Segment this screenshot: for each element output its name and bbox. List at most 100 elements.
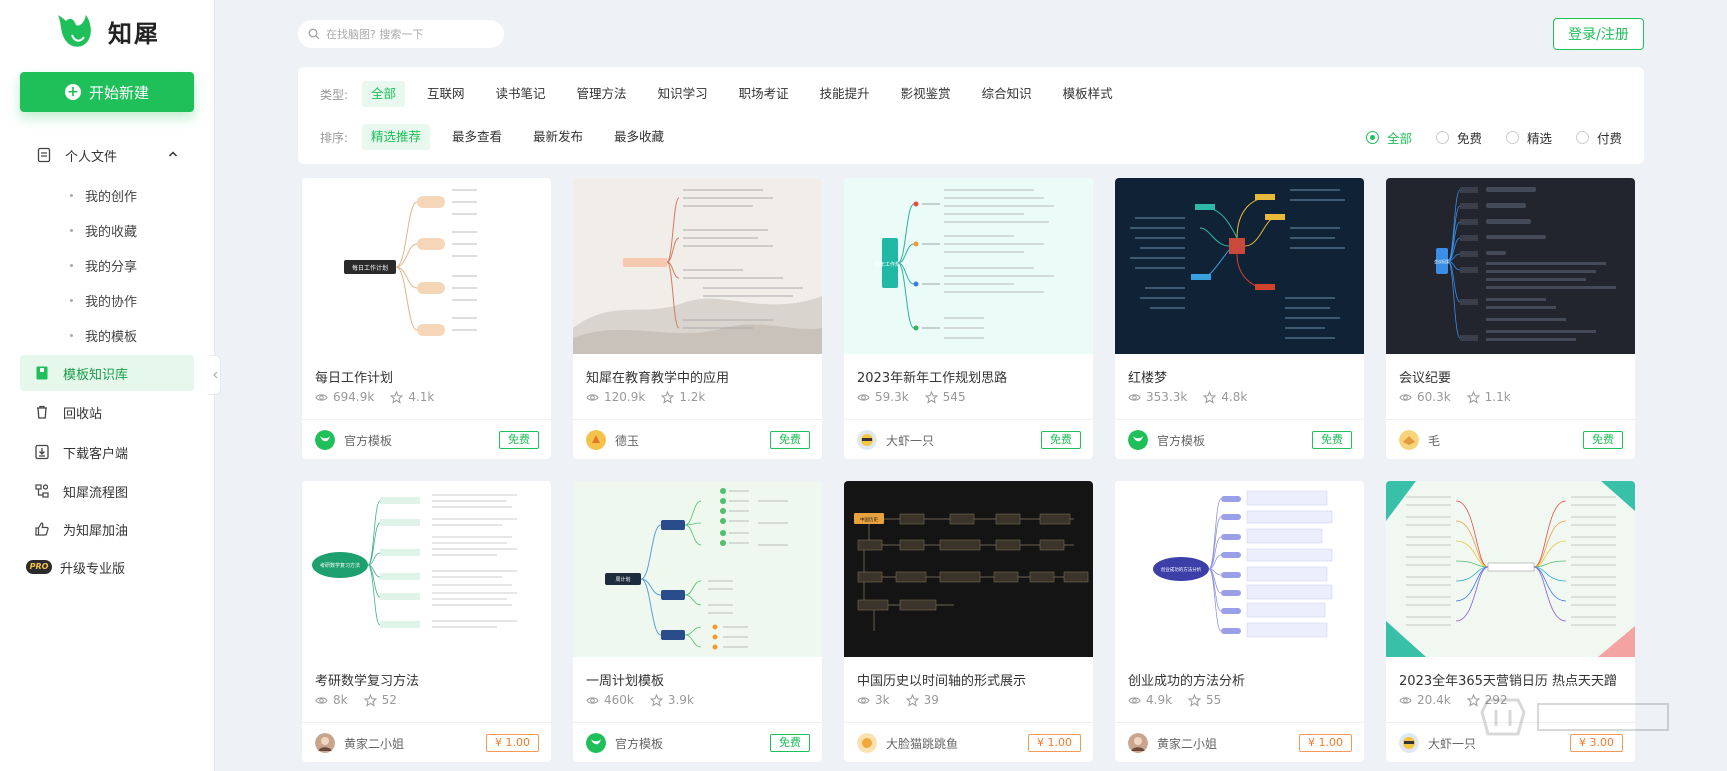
- thumbnail: [573, 178, 822, 354]
- avatar: [857, 430, 877, 450]
- template-card[interactable]: 中国历史 中国历史以时间轴的形式展示 3k 39 大脸猫跳跳鱼 ¥ 1.00: [844, 481, 1093, 762]
- template-card[interactable]: 周计划 一周计划模板 460k 3.9k 官方模板 免费: [573, 481, 822, 762]
- template-card[interactable]: 知犀在教育教学中的应用 120.9k 1.2k 德玉 免费: [573, 178, 822, 459]
- logo[interactable]: 知犀: [52, 8, 160, 54]
- sort-chip-most-viewed[interactable]: 最多查看: [443, 124, 511, 150]
- search-input[interactable]: [326, 27, 486, 41]
- price-radio-all[interactable]: 全部: [1365, 128, 1412, 147]
- template-card[interactable]: 考研数学复习方法 考研数学复习方法 8k 52 黄家二小姐 ¥ 1.00: [302, 481, 551, 762]
- avatar: [1128, 733, 1148, 753]
- sidebar-sub-my-favorites[interactable]: 我的收藏: [0, 213, 215, 248]
- type-label: 类型:: [320, 87, 349, 102]
- star-icon: [905, 693, 919, 707]
- sidebar-sub-my-shares[interactable]: 我的分享: [0, 248, 215, 283]
- card-footer: 德玉 免费: [573, 419, 822, 459]
- price-tag: 免费: [770, 431, 810, 449]
- price-radio-featured[interactable]: 精选: [1505, 128, 1552, 147]
- card-stats: 3k 39: [857, 693, 939, 707]
- card-footer: 黄家二小姐 ¥ 1.00: [1115, 722, 1364, 762]
- card-stats: 694.9k 4.1k: [315, 390, 434, 404]
- brand-name: 知犀: [108, 19, 160, 48]
- thumb-label: 创业成功的方法分析: [1161, 566, 1202, 573]
- type-chip-skills[interactable]: 技能提升: [811, 81, 879, 107]
- radio-label: 全部: [1386, 130, 1412, 146]
- sidebar-item-recycle-bin[interactable]: 回收站: [20, 394, 194, 430]
- price-tag: 免费: [1312, 431, 1352, 449]
- template-card[interactable]: 新年工作规划 2023年新年工作规划思路 59.3k 545 大虾一只 免费: [844, 178, 1093, 459]
- avatar: [857, 733, 877, 753]
- eye-icon: [857, 393, 870, 401]
- star-icon: [1203, 390, 1217, 404]
- eye-icon: [857, 696, 870, 704]
- thumb-label: 中国历史: [860, 516, 878, 523]
- sidebar-collapse-handle[interactable]: [209, 355, 221, 395]
- star-icon: [661, 390, 675, 404]
- watermark-logo-icon: [1480, 698, 1669, 736]
- sidebar-item-cheer[interactable]: 为知犀加油: [20, 511, 194, 547]
- type-chip-workplace[interactable]: 职场考证: [730, 81, 798, 107]
- personal-files-toggle[interactable]: 个人文件: [0, 140, 215, 170]
- search-box[interactable]: [298, 20, 504, 48]
- mindmap-preview: 会议纪要: [1434, 187, 1616, 341]
- avatar: [586, 430, 606, 450]
- mindmap-preview: [1386, 481, 1635, 657]
- type-chip-general[interactable]: 综合知识: [973, 81, 1041, 107]
- sort-chip-most-favorited[interactable]: 最多收藏: [605, 124, 673, 150]
- radio-circle: [1505, 130, 1519, 144]
- view-count: 460k: [604, 693, 634, 707]
- type-chip-template-style[interactable]: 模板样式: [1054, 81, 1122, 107]
- card-stats: 120.9k 1.2k: [586, 390, 705, 404]
- view-count: 353.3k: [1146, 390, 1188, 404]
- mindmap-preview: [573, 189, 822, 354]
- sidebar-sub-my-creations[interactable]: 我的创作: [0, 178, 215, 213]
- new-button[interactable]: + 开始新建: [20, 72, 194, 112]
- eye-icon: [315, 393, 328, 401]
- type-chip-reading-notes[interactable]: 读书笔记: [487, 81, 555, 107]
- price-radio-paid[interactable]: 付费: [1575, 128, 1622, 147]
- type-chip-film[interactable]: 影视鉴赏: [892, 81, 960, 107]
- personal-files-group: 个人文件 我的创作 我的收藏 我的分享 我的协作 我的模板: [0, 140, 215, 353]
- card-stats: 460k 3.9k: [586, 693, 694, 707]
- radio-label: 免费: [1456, 130, 1482, 146]
- type-chip-all[interactable]: 全部: [362, 81, 406, 107]
- avatar: [315, 733, 335, 753]
- card-title: 2023年新年工作规划思路: [857, 371, 1008, 386]
- sort-chip-newest[interactable]: 最新发布: [524, 124, 592, 150]
- type-chip-management[interactable]: 管理方法: [568, 81, 636, 107]
- template-card[interactable]: 红楼梦 353.3k 4.8k 官方模板 免费: [1115, 178, 1364, 459]
- type-chip-internet[interactable]: 互联网: [418, 81, 474, 107]
- sidebar-sub-my-collaborations[interactable]: 我的协作: [0, 283, 215, 318]
- type-chip-knowledge[interactable]: 知识学习: [649, 81, 717, 107]
- sidebar-item-upgrade-pro[interactable]: PRO 升级专业版: [20, 549, 194, 585]
- template-card[interactable]: 会议纪要 会议纪要 60.3k 1.1k 毛 免费: [1386, 178, 1635, 459]
- template-card[interactable]: 创业成功的方法分析 创业成功的方法分析 4.9k 55 黄家二小姐 ¥ 1.00: [1115, 481, 1364, 762]
- mindmap-preview: 创业成功的方法分析: [1153, 490, 1333, 638]
- sidebar-item-download-client[interactable]: 下载客户端: [20, 434, 194, 470]
- author-name: 大虾一只: [1428, 737, 1477, 751]
- eye-icon: [586, 696, 599, 704]
- sidebar-item-template-library[interactable]: 模板知识库: [20, 355, 194, 391]
- view-count: 20.4k: [1417, 693, 1451, 707]
- sort-chip-recommended[interactable]: 精选推荐: [362, 124, 431, 150]
- sub-item-label: 我的创作: [85, 190, 138, 205]
- price-radio-free[interactable]: 免费: [1435, 128, 1482, 147]
- avatar: [1399, 733, 1419, 753]
- author-name: 黄家二小姐: [344, 737, 405, 751]
- template-card[interactable]: 每日工作计划 每日工作计划 694.9k 4.1k 官方模板 免费: [302, 178, 551, 459]
- filter-panel: 类型: 全部 互联网 读书笔记 管理方法 知识学习 职场考证 技能提升 影视鉴赏…: [298, 67, 1644, 164]
- sidebar-item-flowchart[interactable]: 知犀流程图: [20, 473, 194, 509]
- radio-circle: [1575, 130, 1589, 144]
- author-name: 大脸猫跳跳鱼: [886, 737, 959, 751]
- star-count: 4.8k: [1221, 390, 1248, 404]
- login-register-button[interactable]: 登录/注册: [1553, 18, 1644, 50]
- avatar: [586, 733, 606, 753]
- card-title: 考研数学复习方法: [315, 674, 420, 689]
- star-count: 545: [942, 390, 966, 404]
- thumbnail: 创业成功的方法分析: [1115, 481, 1364, 657]
- card-stats: 59.3k 545: [857, 390, 966, 404]
- author-name: 德玉: [615, 434, 640, 448]
- sidebar-sub-my-templates[interactable]: 我的模板: [0, 318, 215, 353]
- star-count: 55: [1206, 693, 1222, 707]
- view-count: 3k: [875, 693, 890, 707]
- card-footer: 大虾一只 免费: [844, 419, 1093, 459]
